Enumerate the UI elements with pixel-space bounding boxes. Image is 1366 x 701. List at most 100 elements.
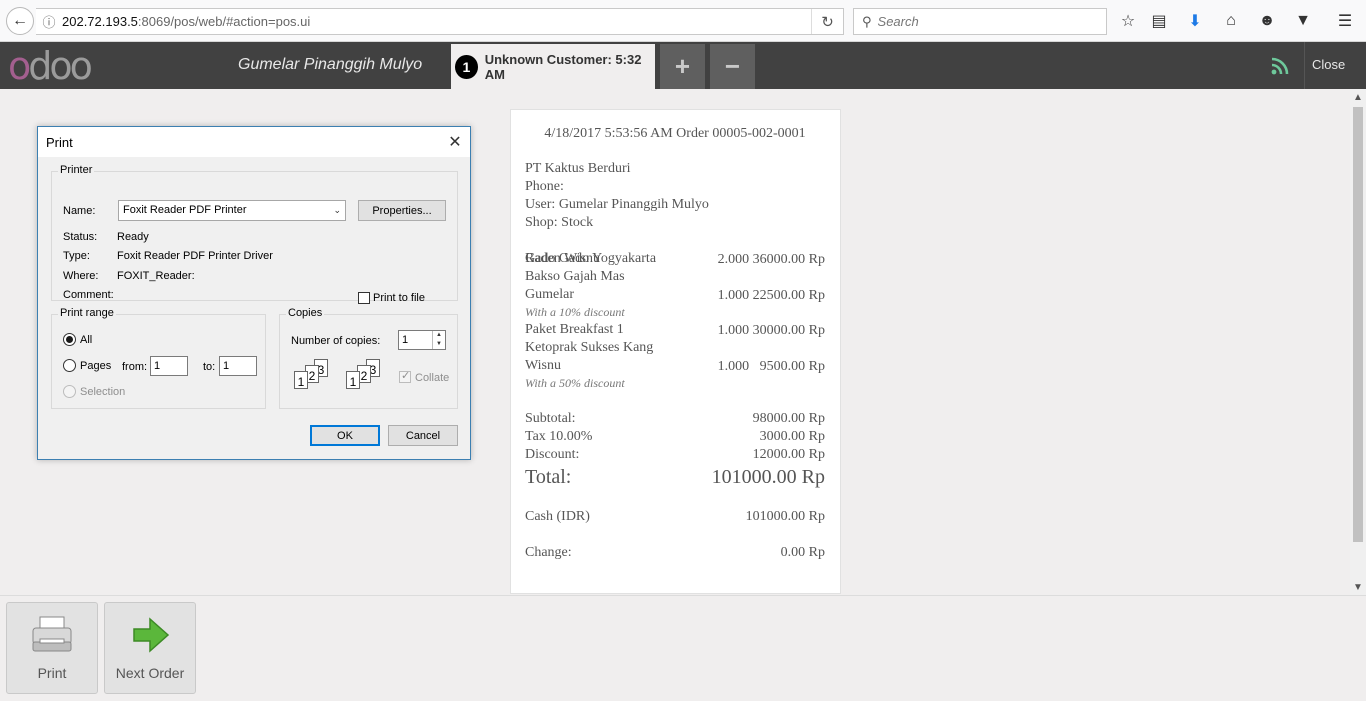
collate-checkbox[interactable] bbox=[399, 369, 411, 383]
cash-label: Cash (IDR) bbox=[525, 509, 590, 524]
where-value: FOXIT_Reader: bbox=[117, 270, 195, 282]
odoo-logo: odoo bbox=[8, 44, 93, 88]
arrow-right-icon bbox=[133, 617, 170, 653]
item-name: Wisnu bbox=[525, 358, 561, 373]
item-price: 9500.00 Rp bbox=[759, 359, 825, 374]
header-divider bbox=[1304, 42, 1305, 89]
print-to-file-checkbox[interactable] bbox=[358, 292, 370, 304]
tax-row: Tax 10.00% 3000.00 Rp bbox=[525, 428, 825, 446]
print-range-label: Print range bbox=[58, 307, 116, 319]
back-arrow-icon[interactable]: ← bbox=[6, 7, 34, 35]
status-value: Ready bbox=[117, 231, 149, 243]
range-selection-radio[interactable] bbox=[63, 385, 76, 398]
url-host: 202.72.193.5 bbox=[62, 14, 138, 29]
receipt-line-item: Gado Gado Yogyakarta Raden Wisnu 2.000 3… bbox=[525, 250, 825, 268]
scroll-down-icon[interactable]: ▼ bbox=[1350, 579, 1366, 595]
url-bar[interactable]: ⓘ 202.72.193.5:8069/pos/web/#action=pos.… bbox=[36, 8, 844, 35]
receipt: 4/18/2017 5:53:56 AM Order 00005-002-000… bbox=[510, 109, 841, 594]
dialog-title: Print bbox=[46, 135, 73, 150]
pos-header: odoo Gumelar Pinanggih Mulyo 1 Unknown C… bbox=[0, 42, 1366, 89]
item-name: Ketoprak Sukses Kang bbox=[525, 340, 654, 355]
item-price: 30000.00 Rp bbox=[752, 323, 825, 338]
item-qty: 1.000 bbox=[717, 323, 750, 338]
receipt-shop: Shop: Stock bbox=[525, 215, 594, 230]
item-name: Gumelar bbox=[525, 287, 574, 302]
company-phone: Phone: bbox=[525, 179, 564, 194]
cashier-name: Gumelar Pinanggih Mulyo bbox=[238, 56, 423, 73]
print-button-label: Print bbox=[37, 665, 67, 681]
change-row: Change: 0.00 Rp bbox=[525, 544, 825, 562]
browser-search-input[interactable]: ⚲ Search bbox=[853, 8, 1107, 35]
page-scrollbar[interactable]: ▲ ▼ bbox=[1350, 89, 1366, 595]
print-to-file-label: Print to file bbox=[373, 292, 425, 304]
discount-value: 12000.00 Rp bbox=[752, 447, 825, 462]
next-order-label: Next Order bbox=[115, 665, 185, 681]
item-qty: 2.000 bbox=[717, 252, 750, 267]
copies-input[interactable]: 1 ▲ ▼ bbox=[398, 330, 446, 350]
printer-group-label: Printer bbox=[58, 164, 95, 176]
item-price: 22500.00 Rp bbox=[752, 288, 825, 303]
item-discount: With a 50% discount bbox=[525, 376, 625, 390]
range-pages-label: Pages bbox=[80, 360, 112, 372]
properties-button[interactable]: Properties... bbox=[358, 200, 446, 221]
info-icon[interactable]: ⓘ bbox=[36, 12, 62, 31]
range-all-label: All bbox=[80, 334, 93, 346]
discount-row: Discount: 12000.00 Rp bbox=[525, 446, 825, 464]
item-name: Raden Wisnu bbox=[525, 251, 601, 266]
printer-icon bbox=[32, 616, 72, 652]
bottom-action-bar: Print Next Order bbox=[0, 595, 1366, 701]
copies-group: Copies Number of copies: 1 ▲ ▼ 3 2 1 3 2 … bbox=[279, 307, 458, 409]
menu-hamburger-icon[interactable]: ☰ bbox=[1334, 10, 1356, 32]
reading-list-icon[interactable]: ▤ bbox=[1148, 10, 1170, 32]
download-icon[interactable]: ⬇ bbox=[1184, 10, 1206, 32]
print-range-group: Print range All Pages from: 1 to: 1 Sele… bbox=[51, 307, 266, 409]
next-order-button[interactable]: Next Order bbox=[104, 602, 196, 694]
scroll-up-icon[interactable]: ▲ bbox=[1350, 89, 1366, 105]
from-page-input[interactable]: 1 bbox=[150, 356, 188, 376]
range-all-radio[interactable] bbox=[63, 333, 76, 346]
printer-group: Printer Name: Foxit Reader PDF Printer ⌄… bbox=[51, 164, 458, 304]
order-tab-label: Unknown Customer: 5:32 AM bbox=[484, 51, 642, 82]
subtotal-value: 98000.00 Rp bbox=[752, 411, 825, 426]
spinner-arrows-icon[interactable]: ▲ ▼ bbox=[432, 331, 445, 349]
discount-label: Discount: bbox=[525, 447, 580, 462]
close-icon[interactable]: ✕ bbox=[442, 129, 468, 155]
printer-name-value: Foxit Reader PDF Printer bbox=[123, 204, 247, 216]
receipt-line-item: Paket Breakfast 1 1.000 30000.00 Rp bbox=[525, 321, 825, 339]
scrollbar-thumb[interactable] bbox=[1353, 107, 1363, 542]
total-value: 101000.00 Rp bbox=[711, 466, 825, 488]
printer-name-select[interactable]: Foxit Reader PDF Printer ⌄ bbox=[118, 200, 346, 221]
remove-order-button[interactable]: − bbox=[710, 44, 755, 89]
item-discount: With a 10% discount bbox=[525, 305, 625, 319]
ok-button[interactable]: OK bbox=[310, 425, 380, 446]
cancel-button[interactable]: Cancel bbox=[388, 425, 458, 446]
chevron-down-icon: ⌄ bbox=[333, 205, 341, 215]
collate-label: Collate bbox=[415, 372, 450, 384]
home-icon[interactable]: ⌂ bbox=[1220, 10, 1242, 32]
close-button[interactable]: Close bbox=[1312, 57, 1345, 72]
type-label: Type: bbox=[63, 250, 90, 262]
cash-value: 101000.00 Rp bbox=[745, 509, 825, 524]
add-order-button[interactable]: + bbox=[660, 44, 705, 89]
reload-icon[interactable]: ↻ bbox=[811, 9, 843, 34]
to-page-input[interactable]: 1 bbox=[219, 356, 257, 376]
comment-label: Comment: bbox=[63, 289, 114, 301]
range-pages-radio[interactable] bbox=[63, 359, 76, 372]
print-button[interactable]: Print bbox=[6, 602, 98, 694]
type-value: Foxit Reader PDF Printer Driver bbox=[117, 250, 273, 262]
order-number-badge: 1 bbox=[455, 54, 478, 79]
pocket-icon[interactable]: ▼ bbox=[1292, 10, 1314, 32]
company-name: PT Kaktus Berduri bbox=[525, 161, 631, 176]
browser-toolbar: ← ⓘ 202.72.193.5:8069/pos/web/#action=po… bbox=[0, 0, 1366, 42]
item-price: 36000.00 Rp bbox=[752, 252, 825, 267]
tax-value: 3000.00 Rp bbox=[759, 429, 825, 444]
receipt-line-item: Bakso Gajah Mas Gumelar 1.000 22500.00 R… bbox=[525, 268, 825, 321]
bookmark-star-icon[interactable]: ☆ bbox=[1117, 10, 1139, 32]
total-label: Total: bbox=[525, 466, 572, 488]
change-label: Change: bbox=[525, 545, 572, 560]
range-selection-label: Selection bbox=[80, 386, 126, 398]
smiley-icon[interactable]: ☻ bbox=[1256, 10, 1278, 32]
search-placeholder: Search bbox=[877, 14, 919, 29]
print-dialog: Print ✕ Printer Name: Foxit Reader PDF P… bbox=[37, 126, 471, 460]
order-tab[interactable]: 1 Unknown Customer: 5:32 AM bbox=[451, 44, 655, 89]
